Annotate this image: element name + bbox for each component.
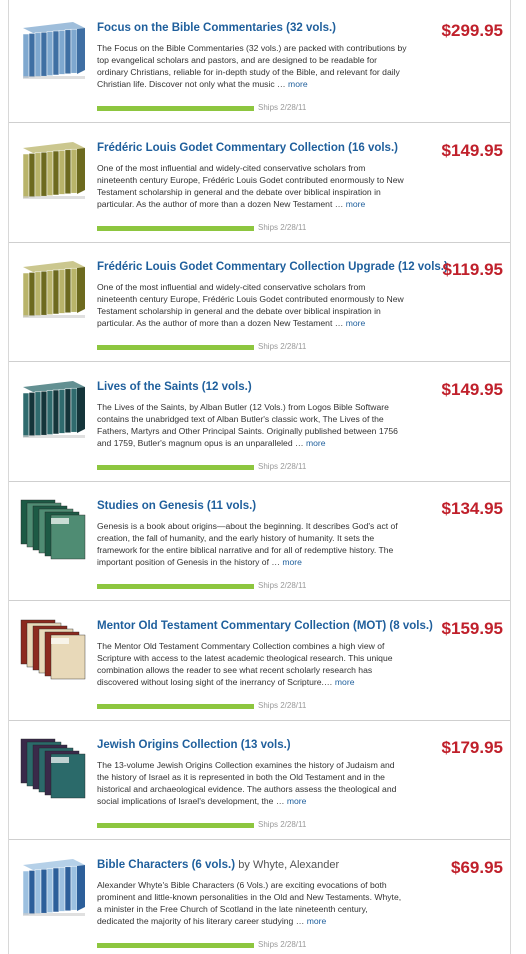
product-title[interactable]: Frédéric Louis Godet Commentary Collecti… [97, 261, 448, 273]
ships-date: Ships 2/28/11 [258, 820, 307, 829]
prepub-progress-fill [97, 823, 254, 828]
prepub-progress-bar [97, 345, 254, 350]
product-title[interactable]: Mentor Old Testament Commentary Collecti… [97, 620, 433, 632]
product-title[interactable]: Frédéric Louis Godet Commentary Collecti… [97, 142, 427, 154]
product-row: Studies on Genesis (11 vols.) Genesis is … [9, 482, 510, 601]
product-price: $149.95 [441, 379, 503, 399]
prepub-progress-fill [97, 942, 254, 948]
prepub-progress-bar [97, 225, 254, 231]
product-title[interactable]: Lives of the Saints (12 vols.) [97, 381, 427, 393]
more-link[interactable]: more [307, 916, 327, 926]
ships-date: Ships 2/28/11 [258, 461, 307, 471]
book-stack-icon[interactable] [17, 496, 91, 562]
product-description-text: Genesis is a book about origins—about th… [97, 521, 398, 567]
product-price: $299.95 [441, 21, 503, 40]
product-description-text: The Focus on the Bible Commentaries (32 … [97, 43, 407, 89]
product-row: Frédéric Louis Godet Commentary Collecti… [9, 243, 510, 362]
product-price: $159.95 [441, 618, 503, 638]
prepub-progress-fill [97, 464, 254, 470]
product-title-link[interactable]: Frédéric Louis Godet Commentary Collecti… [97, 142, 398, 154]
product-row: Bible Characters (6 vols.) by Whyte, Ale… [9, 841, 510, 954]
book-collection-icon[interactable] [17, 138, 91, 204]
product-title-link[interactable]: Jewish Origins Collection (13 vols.) [97, 739, 291, 751]
product-title[interactable]: Studies on Genesis (11 vols.) [97, 500, 427, 512]
product-description: One of the most influential and widely-c… [97, 162, 407, 210]
product-price: $134.95 [441, 499, 503, 518]
product-price: $149.95 [441, 140, 503, 160]
more-link[interactable]: more [346, 199, 366, 209]
product-author[interactable]: by Whyte, Alexander [238, 859, 339, 871]
product-row: Lives of the Saints (12 vols.) The Lives … [9, 363, 510, 482]
product-description: The Focus on the Bible Commentaries (32 … [97, 42, 407, 90]
product-description-text: Alexander Whyte's Bible Characters (6 Vo… [97, 879, 402, 926]
product-title[interactable]: Jewish Origins Collection (13 vols.) [97, 739, 427, 751]
product-title-link[interactable]: Studies on Genesis (11 vols.) [97, 500, 256, 512]
product-title-link[interactable]: Frédéric Louis Godet Commentary Collecti… [97, 261, 448, 273]
more-link[interactable]: more [335, 677, 355, 687]
book-collection-icon[interactable] [17, 377, 91, 443]
product-description: Alexander Whyte's Bible Characters (6 Vo… [97, 879, 407, 927]
more-link[interactable]: more [282, 557, 302, 567]
product-title-link[interactable]: Lives of the Saints (12 vols.) [97, 381, 252, 393]
book-stack-icon[interactable] [17, 616, 91, 682]
more-link[interactable]: more [306, 438, 326, 448]
product-title[interactable]: Focus on the Bible Commentaries (32 vols… [97, 22, 427, 34]
product-row: Frédéric Louis Godet Commentary Collecti… [9, 124, 510, 243]
product-description-text: The Lives of the Saints, by Alban Butler… [97, 401, 398, 448]
product-description: Genesis is a book about origins—about th… [97, 520, 407, 568]
product-price: $119.95 [442, 260, 503, 279]
prepub-progress-fill [97, 225, 254, 231]
more-link[interactable]: more [287, 796, 307, 806]
product-description: One of the most influential and widely-c… [97, 281, 407, 329]
book-collection-icon[interactable] [17, 855, 91, 921]
product-row: Mentor Old Testament Commentary Collecti… [9, 602, 510, 721]
prepub-progress-fill [97, 106, 254, 111]
ships-date: Ships 2/28/11 [258, 939, 307, 949]
ships-date: Ships 2/28/11 [258, 103, 307, 112]
ships-date: Ships 2/28/11 [258, 581, 307, 590]
product-price: $69.95 [451, 857, 503, 877]
product-row: Jewish Origins Collection (13 vols.) The … [9, 721, 510, 840]
prepub-progress-bar [97, 703, 254, 709]
product-description: The Mentor Old Testament Commentary Coll… [97, 640, 407, 688]
ships-date: Ships 2/28/11 [258, 342, 307, 351]
product-price: $179.95 [441, 738, 503, 757]
prepub-progress-fill [97, 345, 254, 350]
ships-date: Ships 2/28/11 [258, 700, 307, 710]
product-title-link[interactable]: Bible Characters (6 vols.) [97, 859, 235, 871]
prepub-progress-bar [97, 942, 254, 948]
prepub-progress-bar [97, 584, 254, 589]
product-description: The 13-volume Jewish Origins Collection … [97, 759, 407, 807]
book-collection-icon[interactable] [17, 18, 91, 84]
product-description: The Lives of the Saints, by Alban Butler… [97, 401, 407, 449]
book-stack-icon[interactable] [17, 735, 91, 801]
prepub-progress-fill [97, 584, 254, 589]
product-title[interactable]: Bible Characters (6 vols.) by Whyte, Ale… [97, 859, 427, 871]
product-title-link[interactable]: Mentor Old Testament Commentary Collecti… [97, 620, 433, 632]
book-collection-icon[interactable] [17, 257, 91, 323]
more-link[interactable]: more [288, 79, 308, 89]
product-title-link[interactable]: Focus on the Bible Commentaries (32 vols… [97, 22, 336, 34]
product-row: Focus on the Bible Commentaries (32 vols… [9, 4, 510, 123]
prepub-progress-bar [97, 106, 254, 111]
prepub-progress-bar [97, 823, 254, 828]
prepub-progress-fill [97, 703, 254, 709]
ships-date: Ships 2/28/11 [258, 222, 307, 232]
more-link[interactable]: more [346, 318, 366, 328]
prepub-progress-bar [97, 464, 254, 470]
product-description-text: The 13-volume Jewish Origins Collection … [97, 760, 397, 806]
